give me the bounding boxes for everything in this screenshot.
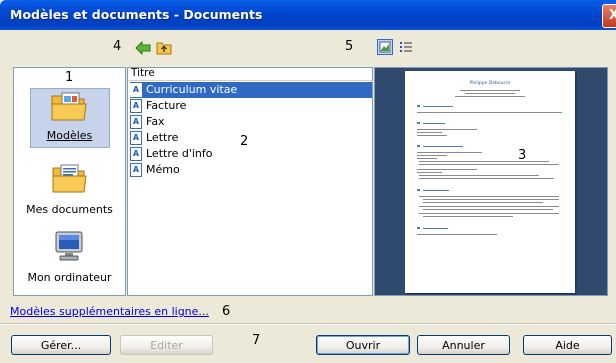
list-item[interactable]: A Lettre [130, 130, 372, 146]
marker-4: 4 [113, 39, 122, 54]
window-title: Modèles et documents - Documents [10, 7, 263, 22]
close-button[interactable]: X [602, 4, 616, 28]
column-header-title[interactable]: Titre [128, 68, 375, 81]
template-file-icon: A [130, 131, 142, 145]
preview-page-title: Philippe Deboucre [469, 81, 511, 86]
help-button[interactable]: Aide [523, 335, 612, 355]
manage-button[interactable]: Gérer... [11, 335, 111, 355]
back-arrow-icon[interactable] [135, 40, 151, 58]
document-preview-page: Philippe Deboucre [405, 71, 575, 293]
list-item[interactable]: A Facture [130, 98, 372, 114]
preview-icon[interactable] [377, 39, 393, 55]
preview-panel: Philippe Deboucre 3 [374, 67, 608, 296]
locations-panel: 1 Modèles Mes documents Mon ordinateur [13, 67, 126, 296]
list-item-label: Curriculum vitae [146, 83, 238, 96]
template-file-icon: A [130, 163, 142, 177]
location-my-documents[interactable]: Mes documents [14, 162, 125, 222]
marker-1: 1 [65, 70, 74, 85]
list-item-label: Facture [146, 99, 187, 112]
list-item[interactable]: A Fax [130, 114, 372, 130]
template-file-icon: A [130, 99, 142, 113]
marker-5: 5 [345, 39, 354, 54]
list-item[interactable]: A Mémo [130, 162, 372, 178]
list-item[interactable]: A Curriculum vitae [130, 82, 372, 98]
toolbar: 4 5 [0, 30, 616, 65]
location-my-documents-label: Mes documents [26, 203, 113, 216]
list-item-label: Fax [146, 115, 165, 128]
edit-button[interactable]: Editer [120, 335, 213, 355]
template-file-icon: A [130, 147, 142, 161]
list-item-label: Lettre [146, 131, 179, 144]
computer-icon [53, 230, 85, 265]
location-my-computer[interactable]: Mon ordinateur [14, 230, 125, 290]
marker-2: 2 [240, 134, 249, 149]
document-properties-icon[interactable] [399, 40, 413, 57]
template-file-icon: A [130, 83, 142, 97]
title-bar: Modèles et documents - Documents X [0, 0, 616, 30]
marker-6: 6 [222, 304, 231, 319]
templates-folder-icon [50, 90, 88, 125]
marker-7: 7 [252, 333, 261, 348]
location-my-computer-label: Mon ordinateur [27, 271, 112, 284]
cancel-button[interactable]: Annuler [417, 335, 510, 355]
list-item[interactable]: A Lettre d'info [130, 146, 372, 162]
template-file-icon: A [130, 115, 142, 129]
separator [0, 323, 616, 325]
location-templates-label: Modèles [46, 129, 93, 142]
documents-folder-icon [51, 162, 87, 197]
list-item-label: Mémo [146, 163, 180, 176]
marker-3: 3 [518, 148, 527, 163]
list-item-label: Lettre d'info [146, 147, 213, 160]
location-templates[interactable]: Modèles [14, 88, 125, 148]
open-button[interactable]: Ouvrir [316, 335, 410, 355]
template-list: Titre A Curriculum vitae A Facture A Fax AL… [127, 67, 375, 296]
more-templates-online-link[interactable]: Modèles supplémentaires en ligne... [10, 305, 209, 318]
folder-up-icon[interactable] [156, 40, 172, 58]
